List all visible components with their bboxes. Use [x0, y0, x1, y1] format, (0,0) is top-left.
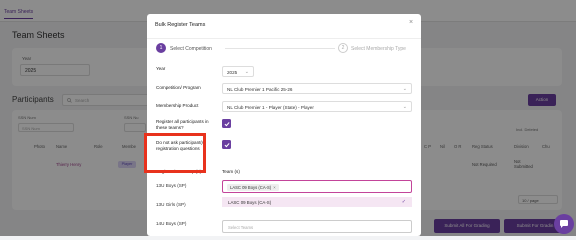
- chevron-down-icon: ⌄: [244, 69, 249, 75]
- competition-dropdown[interactable]: NL Club Premier 1 Pacific 25-26 ⌄: [222, 83, 412, 94]
- selected-check-icon: ✓: [401, 198, 406, 205]
- option-label: LASC 09 Boys (CA-S): [228, 199, 272, 205]
- chevron-down-icon: ⌄: [402, 104, 407, 110]
- check-icon: [224, 121, 230, 126]
- step-connector: [225, 48, 335, 49]
- membership-label: Membership Product: [156, 103, 199, 108]
- chip-label: LASC 09 Boys (CA-S): [230, 184, 272, 190]
- highlight-annotation: [144, 133, 206, 173]
- competition-label: Competition/ Program: [156, 85, 201, 90]
- close-icon[interactable]: ×: [409, 19, 413, 26]
- team-select-14u-boys[interactable]: Select Teams: [222, 220, 412, 233]
- check-icon: [224, 142, 230, 147]
- competition-value: NL Club Premier 1 Pacific 25-26: [227, 86, 293, 92]
- chat-icon: [560, 220, 568, 228]
- select-teams-placeholder: Select Teams: [228, 224, 254, 230]
- do-not-ask-checkbox[interactable]: [222, 140, 231, 149]
- chat-button[interactable]: [554, 214, 574, 234]
- teams-column-label: Team (s): [222, 169, 240, 174]
- group-label-13u-boys: 13U Boys (SP): [156, 183, 187, 188]
- membership-value: NL Club Premier 1 - Player (State) - Pla…: [227, 104, 314, 110]
- step-2-label: Select Membership Type: [351, 46, 406, 52]
- step-1-label: Select Competition: [170, 46, 212, 52]
- step-2-indicator: 2: [338, 43, 348, 53]
- year-dropdown[interactable]: 2025 ⌄: [222, 66, 254, 77]
- step-1-indicator: 1: [156, 43, 166, 53]
- year-value: 2025: [227, 69, 238, 75]
- chip-remove-icon[interactable]: ×: [273, 185, 275, 190]
- group-label-13u-girls: 13U Girls (SP): [156, 202, 186, 207]
- year-field-label: Year: [156, 66, 166, 71]
- bulk-register-modal: Bulk Register Teams × 1 Select Competiti…: [147, 14, 421, 236]
- register-all-label: Register all participants in these teams…: [156, 119, 209, 130]
- divider: [147, 38, 421, 39]
- team-dropdown-option[interactable]: LASC 09 Boys (CA-S) ✓: [222, 197, 412, 207]
- register-all-checkbox[interactable]: [222, 119, 231, 128]
- modal-title: Bulk Register Teams: [155, 22, 206, 28]
- chevron-down-icon: ⌄: [402, 86, 407, 92]
- selected-team-chip: LASC 09 Boys (CA-S) ×: [227, 183, 279, 191]
- team-select-13u-boys[interactable]: LASC 09 Boys (CA-S) ×: [222, 180, 412, 193]
- group-label-14u-boys: 14U Boys (SP): [156, 221, 187, 226]
- membership-dropdown[interactable]: NL Club Premier 1 - Player (State) - Pla…: [222, 101, 412, 112]
